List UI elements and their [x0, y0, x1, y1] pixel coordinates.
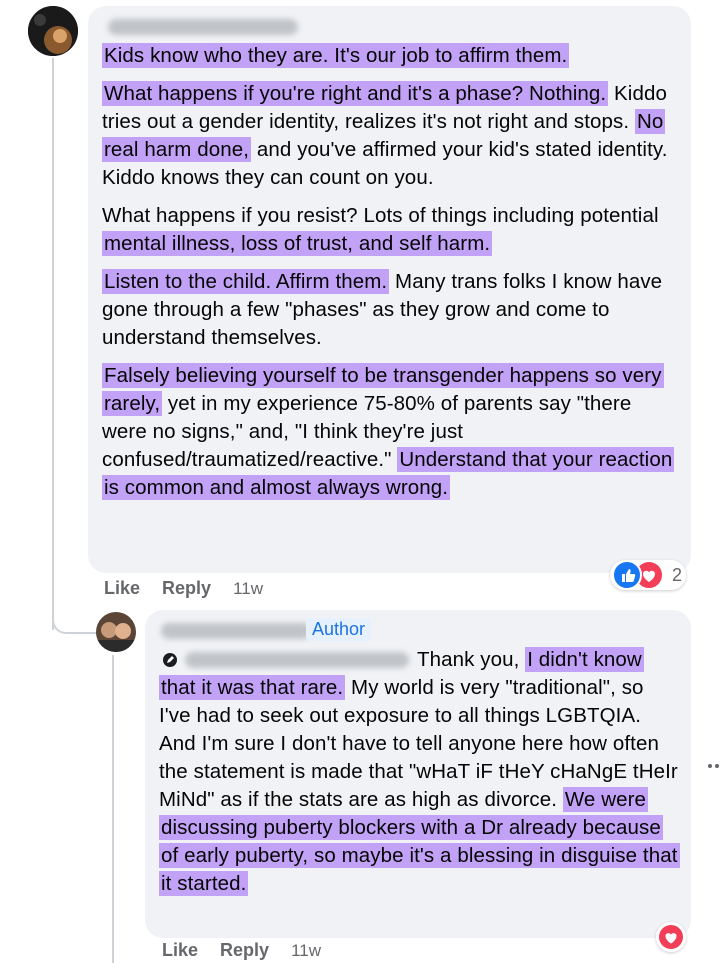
comment2-paragraph: Thank you, I didn't know that it was tha… — [159, 646, 680, 898]
comment-actions: Like Reply 11w — [104, 578, 263, 599]
reactions-summary[interactable]: 2 — [610, 560, 687, 590]
highlighted-text: Listen to the child. Affirm them. — [102, 269, 390, 294]
comment1-paragraph: What happens if you're right and it's a … — [102, 80, 680, 192]
highlighted-text: Kids know who they are. It's our job to … — [102, 43, 570, 68]
reaction-count: 2 — [672, 564, 683, 585]
comment-text: What happens if you resist? Lots of thin… — [102, 204, 659, 227]
comment1-paragraph: Kids know who they are. It's our job to … — [102, 42, 680, 70]
like-icon — [612, 560, 642, 590]
reply-author-name-redacted[interactable] — [161, 623, 311, 639]
edited-icon — [163, 653, 177, 667]
comment-bubble: Kids know who they are. It's our job to … — [88, 6, 691, 573]
mentioned-user-redacted[interactable] — [185, 652, 409, 668]
love-icon — [659, 925, 683, 949]
reply-bubble: Author Thank you, I didn't know that it … — [145, 610, 691, 938]
reply-actions: Like Reply 11w — [162, 940, 321, 961]
thread-line-vertical — [52, 58, 54, 630]
reply-button[interactable]: Reply — [162, 578, 211, 599]
like-button[interactable]: Like — [162, 940, 198, 961]
author-badge: Author — [306, 618, 372, 641]
commenter-name-redacted[interactable] — [108, 19, 298, 35]
reply-timestamp[interactable]: 11w — [291, 941, 321, 961]
mention-prefix — [163, 652, 409, 668]
comment1-paragraph: What happens if you resist? Lots of thin… — [102, 202, 680, 258]
reply-button[interactable]: Reply — [220, 940, 269, 961]
avatar-image — [28, 6, 78, 56]
more-options-icon[interactable] — [708, 764, 719, 768]
like-button[interactable]: Like — [104, 578, 140, 599]
highlighted-text: What happens if you're right and it's a … — [102, 81, 609, 106]
thread-line-curve — [52, 612, 96, 634]
reply-author-avatar[interactable] — [96, 612, 136, 652]
reply-body: Thank you, I didn't know that it was tha… — [159, 646, 680, 898]
comment-text: Thank you, — [417, 648, 526, 671]
commenter-avatar[interactable] — [28, 6, 78, 56]
comment1-paragraph: Listen to the child. Affirm them. Many t… — [102, 268, 680, 352]
highlighted-text: mental illness, loss of trust, and self … — [102, 231, 493, 256]
comment-body: Kids know who they are. It's our job to … — [102, 42, 680, 502]
avatar-image — [96, 612, 136, 652]
comment-timestamp[interactable]: 11w — [233, 579, 263, 599]
comment1-paragraph: Falsely believing yourself to be transge… — [102, 362, 680, 502]
thread-line-reply — [112, 655, 114, 963]
reply-reaction[interactable] — [656, 922, 686, 952]
